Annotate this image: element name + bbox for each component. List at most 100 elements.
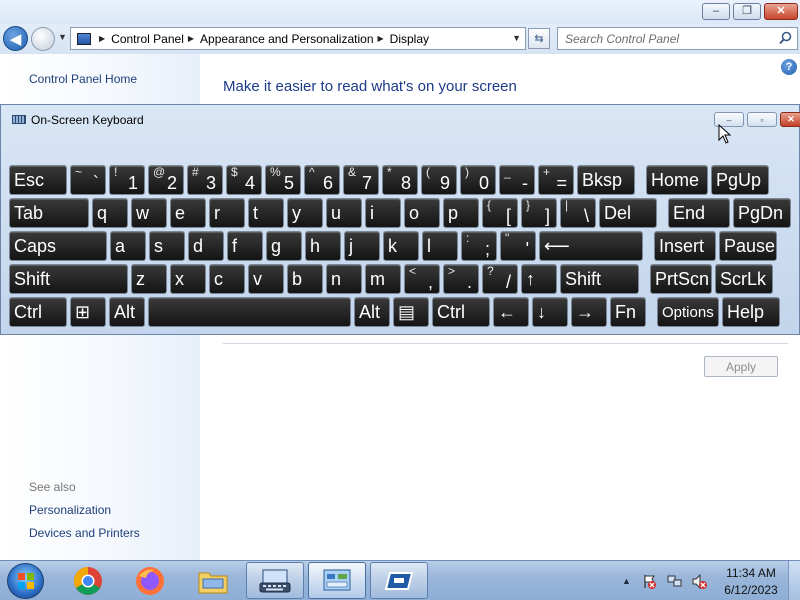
devices-and-printers-link[interactable]: Devices and Printers [29, 526, 140, 540]
osk-key[interactable]: t [248, 198, 284, 228]
osk-key[interactable]: Bksp [577, 165, 635, 195]
osk-key[interactable]: Alt [354, 297, 390, 327]
osk-key[interactable]: ⊞ [70, 297, 106, 327]
osk-titlebar[interactable]: On-Screen Keyboard – ▫ ✕ [1, 105, 800, 133]
osk-key[interactable]: {[ [482, 198, 518, 228]
osk-key[interactable]: Esc [9, 165, 67, 195]
address-dropdown-icon[interactable]: ▼ [512, 33, 521, 43]
osk-taskbar-button[interactable] [246, 562, 304, 599]
osk-key[interactable]: v [248, 264, 284, 294]
osk-key[interactable]: & 7 [343, 165, 379, 195]
osk-key[interactable]: Insert [654, 231, 716, 261]
action-center-flag-icon[interactable] [642, 574, 657, 589]
osk-key[interactable]: Shift [560, 264, 639, 294]
explorer-taskbar-button[interactable] [184, 562, 242, 599]
osk-key[interactable]: Ctrl [9, 297, 67, 327]
maximize-button[interactable]: ❐ [733, 3, 761, 20]
osk-key[interactable]: PgUp [711, 165, 769, 195]
osk-key[interactable]: f [227, 231, 263, 261]
osk-key[interactable]: >. [443, 264, 479, 294]
osk-key[interactable]: PrtScn [650, 264, 712, 294]
osk-key[interactable]: Help [722, 297, 780, 327]
search-input[interactable] [558, 28, 773, 49]
osk-key[interactable]: | \ [560, 198, 596, 228]
osk-key[interactable]: e [170, 198, 206, 228]
osk-key[interactable]: r [209, 198, 245, 228]
osk-key[interactable]: w [131, 198, 167, 228]
osk-key[interactable]: Options [657, 297, 719, 327]
osk-key[interactable]: y [287, 198, 323, 228]
osk-key[interactable]: ↓ [532, 297, 568, 327]
osk-key[interactable]: + = [538, 165, 574, 195]
forward-button[interactable] [31, 27, 55, 51]
clock-date[interactable]: 6/12/2023 [718, 583, 784, 597]
osk-key[interactable]: o [404, 198, 440, 228]
osk-key[interactable]: k [383, 231, 419, 261]
breadcrumb-control-panel[interactable]: Control Panel [111, 32, 184, 46]
osk-key[interactable]: j [344, 231, 380, 261]
control-panel-home-link[interactable]: Control Panel Home [29, 72, 137, 86]
osk-key[interactable]: ⟵ [539, 231, 643, 261]
osk-key[interactable]: <, [404, 264, 440, 294]
help-icon[interactable]: ? [781, 59, 797, 75]
osk-key[interactable]: :; [461, 231, 497, 261]
osk-key[interactable]: Alt [109, 297, 145, 327]
osk-key[interactable]: PgDn [733, 198, 791, 228]
start-button[interactable] [7, 563, 44, 599]
osk-key[interactable]: Ctrl [432, 297, 490, 327]
breadcrumb-chevron-icon[interactable]: ▶ [188, 34, 194, 43]
osk-key[interactable]: m [365, 264, 401, 294]
osk-key[interactable]: → [571, 297, 607, 327]
osk-key[interactable]: ) 0 [460, 165, 496, 195]
control-panel-taskbar-button[interactable] [308, 562, 366, 599]
osk-key[interactable]: s [149, 231, 185, 261]
osk-key[interactable]: $4 [226, 165, 262, 195]
osk-key[interactable]: l [422, 231, 458, 261]
osk-key[interactable]: ? / [482, 264, 518, 294]
osk-key[interactable]: c [209, 264, 245, 294]
show-desktop-button[interactable] [788, 561, 800, 600]
osk-key[interactable]: g [266, 231, 302, 261]
display-settings-taskbar-button[interactable] [370, 562, 428, 599]
osk-key[interactable]: #3 [187, 165, 223, 195]
chrome-taskbar-button[interactable] [59, 562, 117, 599]
osk-key[interactable]: " ' [500, 231, 536, 261]
osk-key[interactable]: n [326, 264, 362, 294]
recent-pages-dropdown-icon[interactable]: ▼ [58, 32, 67, 42]
osk-key[interactable]: ← [493, 297, 529, 327]
osk-key[interactable]: Pause [719, 231, 777, 261]
clock-time[interactable]: 11:34 AM [722, 566, 780, 580]
osk-key[interactable]: }] [521, 198, 557, 228]
osk-key[interactable]: z [131, 264, 167, 294]
osk-key[interactable]: Tab [9, 198, 89, 228]
osk-key[interactable]: Home [646, 165, 708, 195]
osk-key[interactable]: d [188, 231, 224, 261]
osk-key[interactable]: q [92, 198, 128, 228]
osk-key[interactable]: i [365, 198, 401, 228]
osk-key[interactable]: ↑ [521, 264, 557, 294]
personalization-link[interactable]: Personalization [29, 503, 111, 517]
osk-key[interactable]: End [668, 198, 730, 228]
osk-key[interactable]: ^ 6 [304, 165, 340, 195]
search-box[interactable] [557, 27, 798, 50]
breadcrumb-display[interactable]: Display [390, 32, 429, 46]
osk-key[interactable]: a [110, 231, 146, 261]
minimize-button[interactable]: – [702, 3, 730, 20]
osk-key-space[interactable] [148, 297, 351, 327]
firefox-taskbar-button[interactable] [121, 562, 179, 599]
show-hidden-icons-icon[interactable]: ▲ [622, 576, 631, 586]
breadcrumb-chevron-icon[interactable]: ▶ [378, 34, 384, 43]
close-button[interactable]: ✕ [764, 3, 798, 20]
osk-key[interactable]: * 8 [382, 165, 418, 195]
apply-button[interactable]: Apply [704, 356, 778, 377]
osk-key[interactable]: Fn [610, 297, 646, 327]
osk-key[interactable]: ~ ` [70, 165, 106, 195]
refresh-button[interactable]: ⇆ [528, 28, 550, 49]
osk-key[interactable]: ScrLk [715, 264, 773, 294]
osk-maximize-button[interactable]: ▫ [747, 112, 777, 127]
osk-key[interactable]: % 5 [265, 165, 301, 195]
osk-key[interactable]: (9 [421, 165, 457, 195]
osk-key[interactable]: Del [599, 198, 657, 228]
osk-key[interactable]: ▤ [393, 297, 429, 327]
volume-muted-icon[interactable] [692, 574, 707, 589]
